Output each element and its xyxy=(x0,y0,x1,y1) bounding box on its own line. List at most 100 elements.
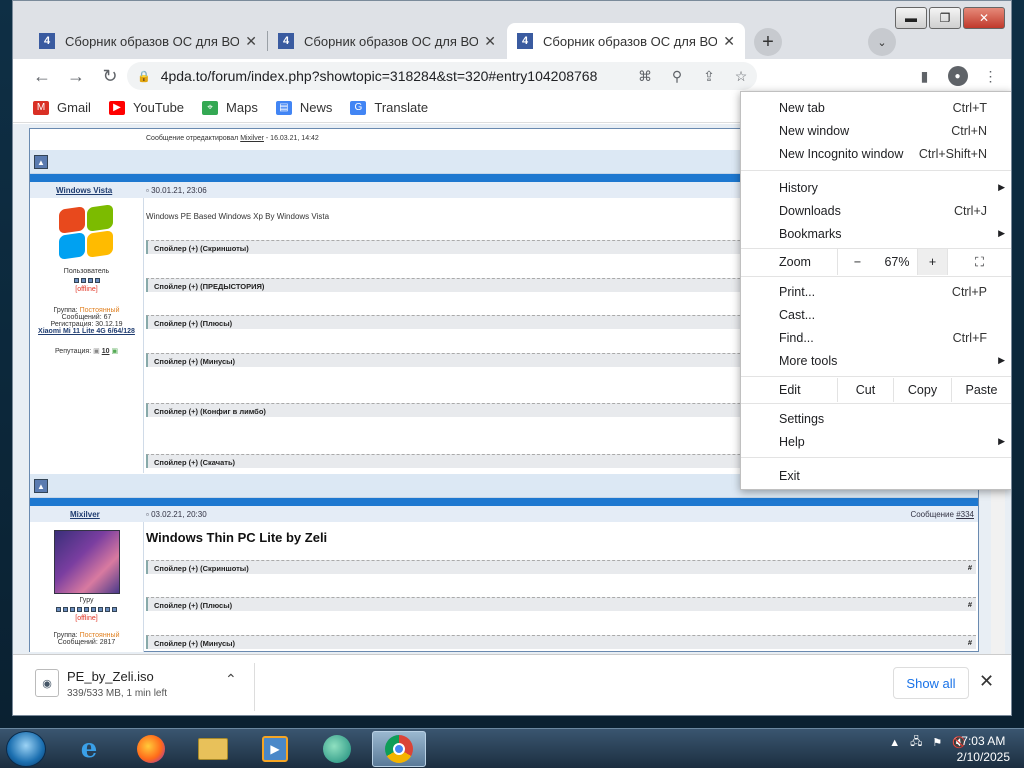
disc-file-icon: ◉ xyxy=(35,669,59,697)
media-player-icon: ▶ xyxy=(262,736,288,762)
taskbar-media[interactable]: ▶ xyxy=(248,731,302,767)
bookmark-translate[interactable]: G Translate xyxy=(350,100,428,115)
tab-3-active[interactable]: 4 Сборник образов ОС для ВОСН ✕ xyxy=(507,23,745,59)
reputation-link[interactable]: 10 xyxy=(102,348,110,355)
spoiler[interactable]: Спойлер (+) (Минусы) # xyxy=(146,635,976,649)
menu-downloads[interactable]: Downloads Ctrl+J xyxy=(741,199,1011,222)
bookmark-maps[interactable]: ⌖ Maps xyxy=(202,100,258,115)
chevron-up-icon[interactable]: ⌃ xyxy=(225,671,237,688)
menu-new-tab[interactable]: New tab Ctrl+T xyxy=(741,96,1011,119)
chrome-menu: New tab Ctrl+T New window Ctrl+N New Incog… xyxy=(740,91,1011,490)
user-device-link[interactable]: Xiaomi Mi 11 Lite 4G 6/64/128 xyxy=(30,328,143,335)
edited-by-link[interactable]: Mixilver xyxy=(240,135,264,142)
menu-kebab-icon[interactable]: ⋮ xyxy=(974,62,1007,90)
url-text[interactable]: 4pda.to/forum/index.php?showtopic=318284… xyxy=(161,68,629,84)
spoiler[interactable]: Спойлер (+) (Плюсы) # xyxy=(146,597,976,611)
menu-zoom-row: Zoom − 67% + ⛶ xyxy=(741,249,1011,275)
post-number-link[interactable]: #334 xyxy=(956,510,974,519)
paste-button[interactable]: Paste xyxy=(951,378,1011,402)
bookmark-star-icon[interactable]: ☆ xyxy=(725,68,757,85)
zoom-out-button[interactable]: − xyxy=(837,249,877,275)
post-date: ▫ 03.02.21, 20:30 xyxy=(146,510,207,519)
app-icon xyxy=(323,735,351,763)
zoom-icon[interactable]: ⚲ xyxy=(661,68,693,85)
menu-divider xyxy=(741,276,1011,277)
edited-note: Сообщение отредактировал Mixilver - 16.0… xyxy=(146,135,319,142)
address-bar[interactable]: 🔒 4pda.to/forum/index.php?showtopic=3182… xyxy=(127,62,757,90)
tab-close-icon[interactable]: ✕ xyxy=(245,33,257,50)
4pda-favicon-icon: 4 xyxy=(517,33,533,49)
rank-dots xyxy=(30,278,143,283)
user-group: Группа: Постоянный xyxy=(53,307,120,314)
download-item[interactable]: ◉ PE_by_Zeli.iso 339/533 MB, 1 min left … xyxy=(33,663,255,711)
scroll-up-icon[interactable]: ▲ xyxy=(34,155,48,169)
minimize-button[interactable]: ▬ xyxy=(895,7,927,29)
internet-explorer-icon: e xyxy=(80,734,98,764)
clock[interactable]: 7:03 AM 2/10/2025 xyxy=(957,733,1010,765)
tab-search-button[interactable]: ⌄ xyxy=(868,28,896,56)
reload-button[interactable]: ↻ xyxy=(95,61,125,91)
zoom-in-button[interactable]: + xyxy=(917,249,947,275)
post-author-link[interactable]: Mixilver xyxy=(70,510,100,519)
taskbar-chrome[interactable] xyxy=(372,731,426,767)
maps-icon: ⌖ xyxy=(202,100,219,115)
maximize-button[interactable]: ❐ xyxy=(929,7,961,29)
online-status: [offline] xyxy=(75,286,98,293)
menu-find[interactable]: Find... Ctrl+F xyxy=(741,326,1011,349)
profile-button[interactable]: ● xyxy=(941,62,974,90)
bookmark-news[interactable]: ▤ News xyxy=(275,100,332,115)
bookmark-youtube[interactable]: ▶ YouTube xyxy=(108,100,184,115)
menu-print[interactable]: Print... Ctrl+P xyxy=(741,280,1011,303)
menu-more-tools[interactable]: More tools ▶ xyxy=(741,349,1011,372)
4pda-favicon-icon: 4 xyxy=(39,33,55,49)
tray-expand-icon[interactable]: ▲ xyxy=(889,737,900,749)
share-icon[interactable]: ⇪ xyxy=(693,68,725,85)
tab-strip: ▬ ❐ ✕ 4 Сборник образов ОС для ВОСН ✕ 4 … xyxy=(13,1,1011,59)
right-toolbar: ▮ ● ⋮ xyxy=(908,62,1007,90)
post-author-link[interactable]: Windows Vista xyxy=(56,186,112,195)
4pda-favicon-icon: 4 xyxy=(278,33,294,49)
close-shelf-icon[interactable]: ✕ xyxy=(979,671,994,692)
back-button[interactable]: ← xyxy=(27,61,57,91)
spoiler[interactable]: Спойлер (+) (Скриншоты) # xyxy=(146,560,976,574)
taskbar-firefox[interactable] xyxy=(124,731,178,767)
menu-incognito[interactable]: New Incognito window Ctrl+Shift+N xyxy=(741,142,1011,165)
spoiler-anchor-link: # xyxy=(967,563,972,572)
menu-history[interactable]: History ▶ xyxy=(741,176,1011,199)
submenu-arrow-icon: ▶ xyxy=(998,228,1005,238)
translate-page-icon[interactable]: ⌘ xyxy=(629,68,661,85)
bookmark-gmail[interactable]: M Gmail xyxy=(33,100,91,115)
menu-new-window[interactable]: New window Ctrl+N xyxy=(741,119,1011,142)
side-panel-icon[interactable]: ▮ xyxy=(908,62,941,90)
menu-exit[interactable]: Exit xyxy=(741,464,1011,487)
new-tab-button[interactable]: + xyxy=(754,28,782,56)
browser-window: ▬ ❐ ✕ 4 Сборник образов ОС для ВОСН ✕ 4 … xyxy=(12,0,1012,716)
scroll-up-icon[interactable]: ▲ xyxy=(34,479,48,493)
menu-help[interactable]: Help ▶ xyxy=(741,430,1011,453)
menu-settings[interactable]: Settings xyxy=(741,407,1011,430)
menu-bookmarks[interactable]: Bookmarks ▶ xyxy=(741,222,1011,245)
download-status: 339/533 MB, 1 min left xyxy=(67,688,168,699)
firefox-icon xyxy=(137,735,165,763)
action-center-flag-icon[interactable]: ⚑ xyxy=(932,736,942,749)
taskbar: e ▶ ▲ 🖧 ⚑ 🔇 7:03 AM 2/10/2025 xyxy=(0,728,1024,768)
user-messages: Сообщений: 67 xyxy=(61,314,112,321)
fullscreen-icon[interactable]: ⛶ xyxy=(947,249,1011,275)
show-all-button[interactable]: Show all xyxy=(893,667,969,699)
taskbar-app[interactable] xyxy=(310,731,364,767)
copy-button[interactable]: Copy xyxy=(893,378,951,402)
taskbar-ie[interactable]: e xyxy=(62,731,116,767)
forward-button[interactable]: → xyxy=(61,61,91,91)
tab-close-icon[interactable]: ✕ xyxy=(723,33,735,50)
menu-cast[interactable]: Cast... xyxy=(741,303,1011,326)
news-icon: ▤ xyxy=(275,100,292,115)
tab-1[interactable]: 4 Сборник образов ОС для ВОСН ✕ xyxy=(29,23,267,59)
start-button[interactable] xyxy=(6,731,46,767)
download-shelf: ◉ PE_by_Zeli.iso 339/533 MB, 1 min left … xyxy=(13,654,1011,715)
close-window-button[interactable]: ✕ xyxy=(963,7,1005,29)
cut-button[interactable]: Cut xyxy=(837,378,893,402)
network-icon[interactable]: 🖧 xyxy=(910,733,922,752)
tab-close-icon[interactable]: ✕ xyxy=(484,33,496,50)
tab-2[interactable]: 4 Сборник образов ОС для ВОСН ✕ xyxy=(268,23,506,59)
taskbar-explorer[interactable] xyxy=(186,731,240,767)
